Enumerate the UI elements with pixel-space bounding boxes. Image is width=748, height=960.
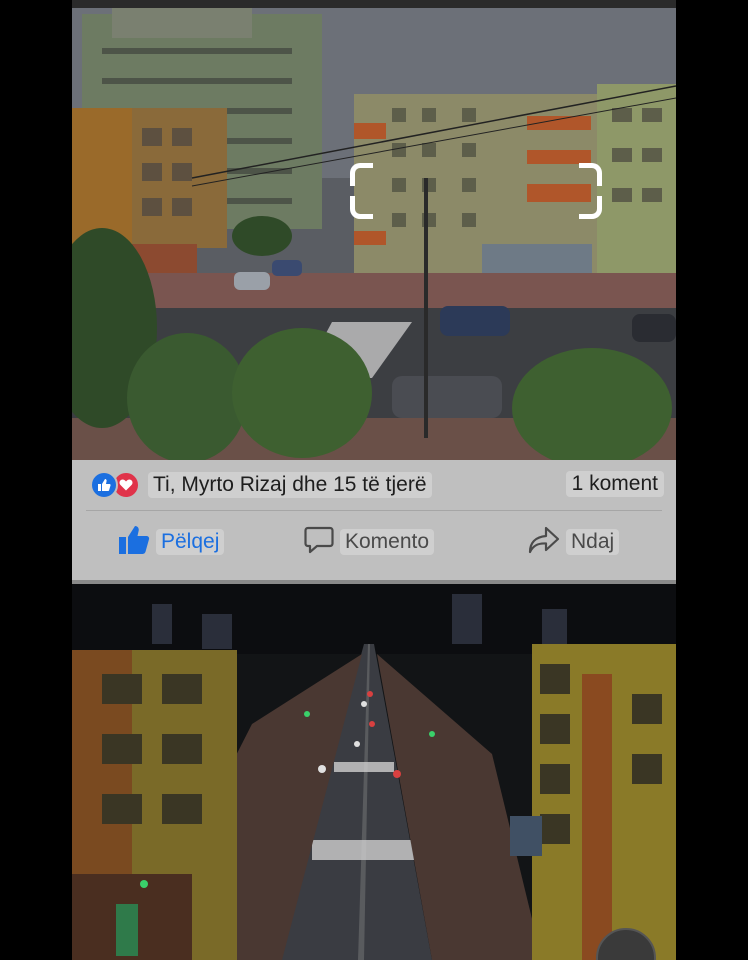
reactors-text: Ti, Myrto Rizaj dhe 15 të tjerë xyxy=(148,472,432,498)
post-actions: Pëlqej Komento Ndaj xyxy=(72,520,676,564)
comment-label: Komento xyxy=(340,529,435,555)
like-button[interactable]: Pëlqej xyxy=(118,520,225,564)
reactions-summary[interactable]: Ti, Myrto Rizaj dhe 15 të tjerë xyxy=(90,470,432,500)
like-label: Pëlqej xyxy=(156,529,225,555)
phone-screen: Ti, Myrto Rizaj dhe 15 të tjerë 1 koment… xyxy=(0,0,748,960)
news-feed: Ti, Myrto Rizaj dhe 15 të tjerë 1 koment… xyxy=(72,0,676,960)
share-label: Ndaj xyxy=(566,529,620,555)
share-arrow-icon xyxy=(528,526,560,559)
share-button[interactable]: Ndaj xyxy=(528,520,620,564)
engagement-divider xyxy=(86,510,662,511)
post-engagement-bar: Ti, Myrto Rizaj dhe 15 të tjerë 1 koment… xyxy=(72,460,676,580)
post-photo-night-street[interactable] xyxy=(72,584,676,960)
like-icon xyxy=(90,471,118,499)
night-street-image xyxy=(72,584,676,960)
thumbs-up-icon xyxy=(118,525,150,560)
post-photo-day-street[interactable] xyxy=(72,8,676,460)
comment-button[interactable]: Komento xyxy=(304,520,435,564)
speech-bubble-icon xyxy=(304,525,334,560)
day-street-image xyxy=(72,8,676,460)
comments-count[interactable]: 1 koment xyxy=(565,471,664,497)
image-focus-bracket xyxy=(350,163,602,219)
